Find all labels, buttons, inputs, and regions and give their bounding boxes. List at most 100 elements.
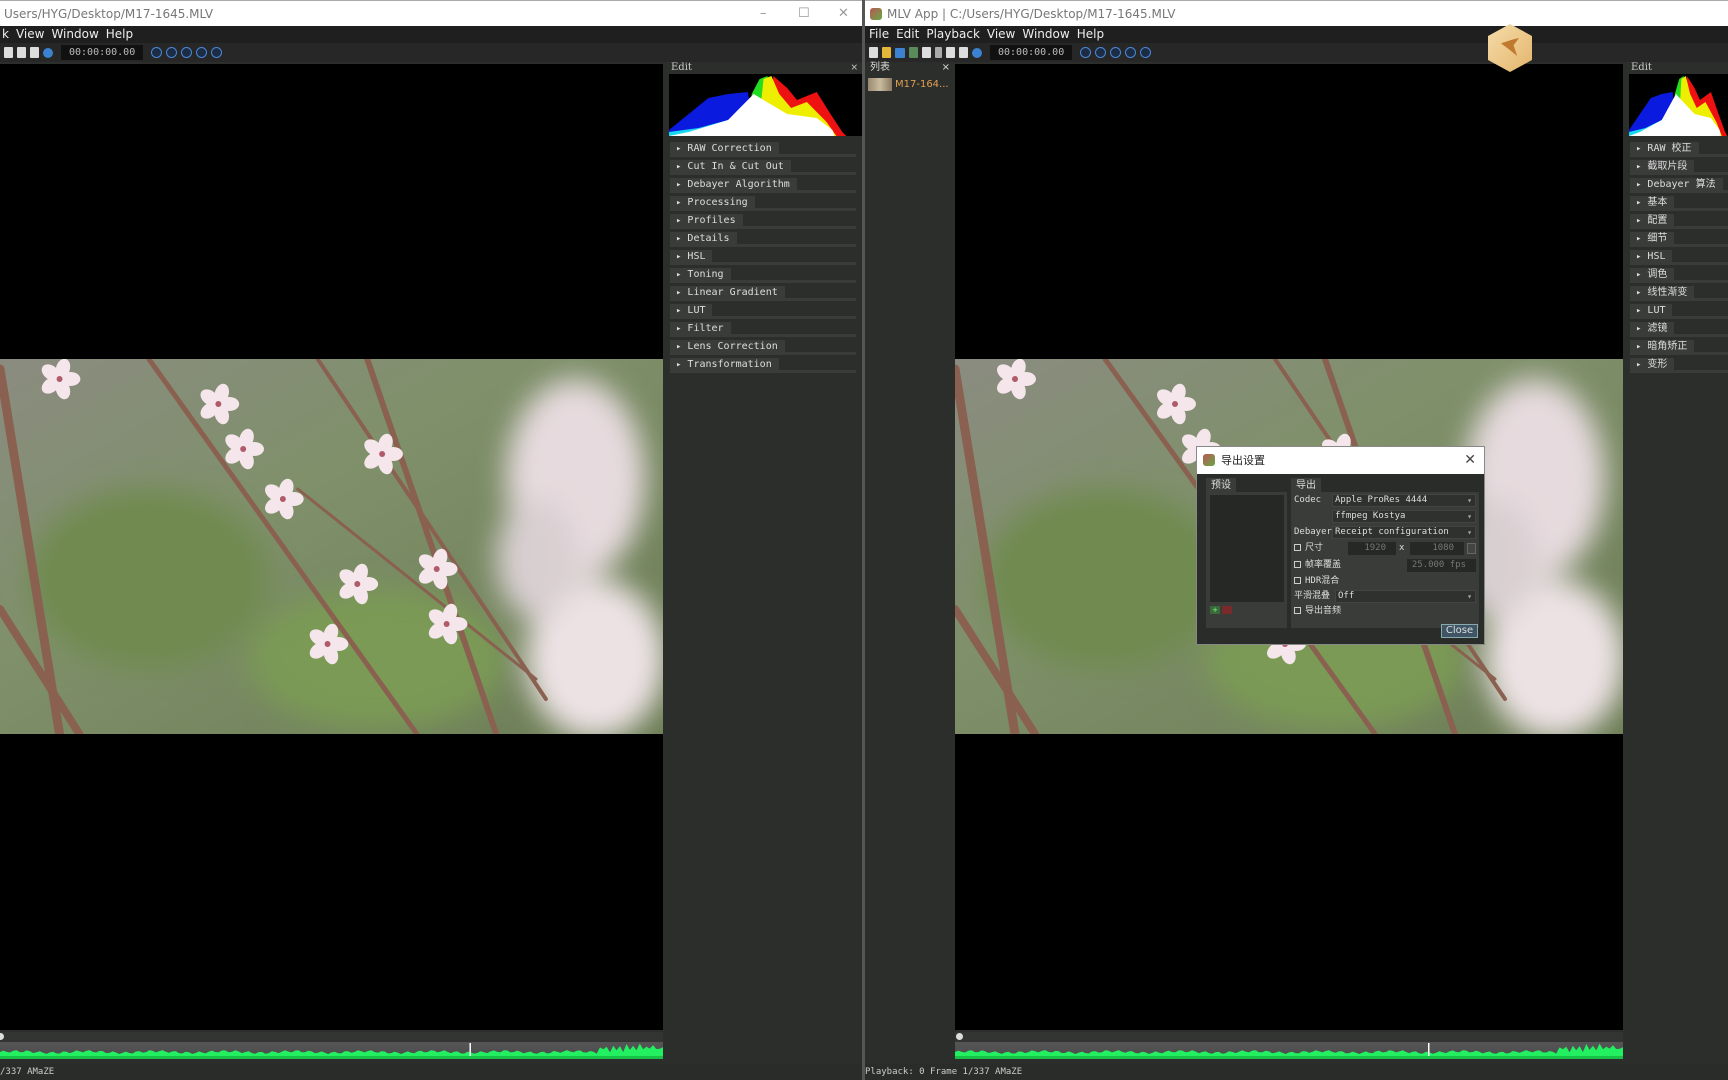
section-header[interactable]: 变形 [1630,358,1675,371]
file-icon[interactable] [4,47,13,58]
edit-section[interactable]: Lens Correction [670,338,862,356]
minimize-button[interactable]: – [760,1,767,27]
prev-frame-icon[interactable] [1095,47,1107,58]
prev-frame-icon[interactable] [166,47,178,58]
section-header[interactable]: 细节 [1630,232,1675,245]
fps-spinbox[interactable]: 25.000 fps [1407,559,1476,572]
section-header[interactable]: Linear Gradient [670,286,785,299]
codec-option-select[interactable]: ffmpeg Kostya [1332,510,1476,523]
copy-icon[interactable] [17,47,26,58]
edit-section[interactable]: Toning [670,266,862,284]
lock-ratio-icon[interactable] [1467,543,1476,554]
skip-start-icon[interactable] [151,47,163,58]
height-spinbox[interactable]: 1080 [1410,542,1464,555]
info-icon[interactable] [972,47,982,58]
dialog-close-button[interactable]: ✕ [1464,447,1476,474]
width-spinbox[interactable]: 1920 [1348,542,1396,555]
edit-section[interactable]: Processing [670,194,862,212]
timeline[interactable] [0,1032,663,1062]
edit-section[interactable]: 截取片段 [1630,158,1728,176]
next-frame-icon[interactable] [1125,47,1137,58]
menu-playback[interactable]: Playback [926,27,980,41]
edit-section[interactable]: LUT [1630,302,1728,320]
playhead-handle[interactable] [956,1033,963,1040]
section-header[interactable]: Cut In & Cut Out [670,160,791,173]
paste-icon[interactable] [959,47,968,58]
debayer-select[interactable]: Receipt configuration [1332,526,1476,539]
edit-section[interactable]: Debayer Algorithm [670,176,862,194]
edit-section[interactable]: 配置 [1630,212,1728,230]
menu-view[interactable]: View [16,27,44,41]
section-header[interactable]: 调色 [1630,268,1675,281]
menu-view[interactable]: View [987,27,1015,41]
list-item[interactable]: M17-164... [866,76,954,92]
skip-start-icon[interactable] [1080,47,1092,58]
edit-section[interactable]: Debayer 算法 [1630,176,1728,194]
section-header[interactable]: 配置 [1630,214,1675,227]
section-header[interactable]: 线性渐变 [1630,286,1695,299]
close-panel-icon[interactable]: × [850,62,858,74]
timeline[interactable] [955,1032,1623,1062]
section-header[interactable]: Lens Correction [670,340,785,353]
section-header[interactable]: RAW Correction [670,142,779,155]
play-icon[interactable] [1110,47,1122,58]
section-header[interactable]: HSL [1630,250,1673,263]
edit-section[interactable]: 变形 [1630,356,1728,374]
section-header[interactable]: Processing [670,196,755,209]
section-header[interactable]: Details [670,232,737,245]
section-header[interactable]: HSL [670,250,713,263]
save-icon[interactable] [895,47,905,58]
edit-section[interactable]: 细节 [1630,230,1728,248]
export-audio-checkbox[interactable]: 导出音频 [1294,605,1341,618]
section-header[interactable]: 暗角矫正 [1630,340,1695,353]
fps-override-checkbox[interactable]: 帧率覆盖 [1294,559,1341,572]
link-icon[interactable] [935,47,942,58]
edit-section[interactable]: RAW 校正 [1630,140,1728,158]
section-header[interactable]: Debayer 算法 [1630,178,1723,191]
menu-help[interactable]: Help [1077,27,1104,41]
menu-window[interactable]: Window [1022,27,1069,41]
edit-section[interactable]: 线性渐变 [1630,284,1728,302]
edit-section[interactable]: Filter [670,320,862,338]
play-icon[interactable] [181,47,193,58]
section-header[interactable]: LUT [1630,304,1673,317]
video-viewer[interactable] [0,64,663,1030]
menu-help[interactable]: Help [106,27,133,41]
remove-preset-button[interactable] [1222,606,1232,614]
edit-section[interactable]: 调色 [1630,266,1728,284]
menu-file[interactable]: File [869,27,889,41]
copy-icon[interactable] [946,47,955,58]
section-header[interactable]: Filter [670,322,731,335]
edit-section[interactable]: Transformation [670,356,862,374]
loop-icon[interactable] [211,47,223,58]
close-panel-icon[interactable]: × [942,62,950,74]
close-button[interactable]: ✕ [838,1,849,27]
edit-section[interactable]: RAW Correction [670,140,862,158]
section-header[interactable]: Profiles [670,214,743,227]
edit-section[interactable]: HSL [1630,248,1728,266]
new-file-icon[interactable] [869,47,878,58]
preset-list[interactable] [1210,495,1284,602]
export-icon[interactable] [922,47,931,58]
edit-section[interactable]: LUT [670,302,862,320]
tab-export[interactable]: 导出 [1291,478,1321,492]
edit-section[interactable]: Cut In & Cut Out [670,158,862,176]
edit-section[interactable]: 基本 [1630,194,1728,212]
section-header[interactable]: Debayer Algorithm [670,178,797,191]
menu-edit[interactable]: Edit [896,27,919,41]
menu-window[interactable]: Window [51,27,98,41]
edit-section[interactable]: Details [670,230,862,248]
next-frame-icon[interactable] [196,47,208,58]
smooth-aliasing-select[interactable]: Off [1335,590,1476,603]
edit-section[interactable]: Linear Gradient [670,284,862,302]
add-preset-button[interactable]: + [1210,606,1220,614]
edit-section[interactable]: Profiles [670,212,862,230]
section-header[interactable]: RAW 校正 [1630,142,1699,155]
edit-section[interactable]: HSL [670,248,862,266]
menu-item[interactable]: k [2,27,9,41]
paste-icon[interactable] [30,47,39,58]
section-header[interactable]: 基本 [1630,196,1675,209]
codec-select[interactable]: Apple ProRes 4444 [1332,494,1476,507]
maximize-button[interactable]: ☐ [798,1,810,27]
section-header[interactable]: Transformation [670,358,779,371]
